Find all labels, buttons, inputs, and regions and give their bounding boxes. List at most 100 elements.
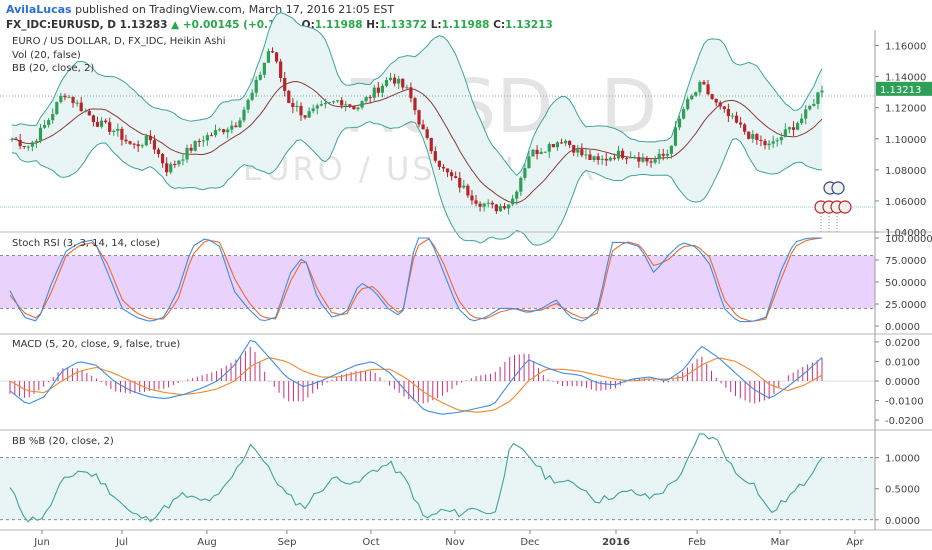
candle-body xyxy=(136,144,140,147)
candle-body xyxy=(26,146,30,148)
time-axis-label: Dec xyxy=(520,537,539,548)
event-flag-icon[interactable] xyxy=(831,181,845,195)
time-axis-label: Jul xyxy=(115,537,128,548)
candle-body xyxy=(767,143,771,146)
candle-body xyxy=(702,82,706,85)
candle-body xyxy=(437,160,441,167)
candle-body xyxy=(38,127,43,141)
candle-body xyxy=(47,120,51,125)
candle-body xyxy=(511,198,515,205)
candle-body xyxy=(51,113,55,121)
candle-body xyxy=(63,95,67,98)
candle-body xyxy=(254,79,258,93)
candle-body xyxy=(722,106,726,109)
time-axis-label: Mar xyxy=(771,537,791,548)
candle-body xyxy=(673,127,678,146)
candle-body xyxy=(592,156,596,160)
candle-body xyxy=(543,151,547,153)
candle-body xyxy=(30,142,34,147)
trading-chart[interactable]: EURUSD, DEURO / US DOLLAR JunJulAugSepOc… xyxy=(0,0,932,550)
bollinger-indicator-label: BB (20, close, 2) xyxy=(12,63,94,74)
candle-body xyxy=(169,164,173,173)
candle-body xyxy=(413,98,417,111)
stoch-pane-title: Stoch RSI (3, 3, 14, 14, close) xyxy=(12,238,160,249)
candle-body xyxy=(22,146,26,148)
time-axis-label: Apr xyxy=(846,537,864,548)
candle-body xyxy=(665,153,669,156)
candle-body xyxy=(295,105,299,107)
candle-body xyxy=(466,185,470,196)
pctb-pane-title: BB %B (20, close, 2) xyxy=(12,436,114,447)
candle-body xyxy=(344,104,348,106)
candle-body xyxy=(213,130,218,136)
candle-body xyxy=(303,115,307,118)
candle-body xyxy=(242,109,246,121)
candle-body xyxy=(771,141,775,144)
candle-body xyxy=(478,203,482,207)
candle-body xyxy=(775,140,779,142)
candle-body xyxy=(783,129,787,138)
candle-body xyxy=(348,104,352,106)
candle-body xyxy=(653,159,657,163)
candle-body xyxy=(10,138,14,140)
candle-body xyxy=(185,147,189,160)
candle-body xyxy=(140,145,144,147)
macd-signal-line xyxy=(9,357,823,413)
candle-body xyxy=(706,84,710,95)
time-axis-label: Jun xyxy=(33,537,50,548)
candle-body xyxy=(83,111,87,113)
candle-body xyxy=(641,158,645,162)
candle-body xyxy=(217,129,222,131)
candle-body xyxy=(559,142,564,144)
candle-body xyxy=(531,149,535,157)
candle-body xyxy=(787,127,792,130)
candle-body xyxy=(67,96,71,98)
time-axis-label: Sep xyxy=(278,537,297,548)
stoch-axis-label: 25.0000 xyxy=(885,300,926,311)
candle-body xyxy=(608,157,612,161)
candle-body xyxy=(714,98,718,103)
candle-body xyxy=(156,149,161,154)
candle-body xyxy=(189,147,193,151)
candle-body xyxy=(527,156,531,169)
candle-body xyxy=(584,154,588,156)
candle-body xyxy=(588,154,592,160)
candle-body xyxy=(645,158,649,162)
candle-body xyxy=(502,206,507,209)
candle-body xyxy=(568,140,572,146)
candle-body xyxy=(34,140,39,143)
candle-body xyxy=(515,191,519,199)
candle-body xyxy=(222,129,226,133)
candle-body xyxy=(209,135,214,137)
candle-body xyxy=(148,135,152,141)
candle-body xyxy=(600,158,604,160)
candle-body xyxy=(421,124,425,130)
pctb-band-fill xyxy=(0,457,875,520)
candle-body xyxy=(283,77,287,91)
candle-body xyxy=(193,140,197,151)
candle-body xyxy=(800,118,804,124)
candle-body xyxy=(95,121,100,127)
macd-axis-label: -0.0200 xyxy=(885,416,924,427)
candle-body xyxy=(173,164,177,166)
candle-body xyxy=(445,168,450,173)
candle-body xyxy=(612,157,617,159)
candle-body xyxy=(75,102,79,104)
candle-body xyxy=(596,156,600,160)
candle-body xyxy=(230,125,234,130)
candle-body xyxy=(563,140,568,144)
macd-line xyxy=(9,339,823,415)
candle-body xyxy=(795,123,800,130)
candle-body xyxy=(661,153,665,156)
candle-body xyxy=(405,87,409,89)
stoch-axis-label: 75.0000 xyxy=(885,256,926,267)
price-axis-label: 1.12000 xyxy=(885,104,926,115)
candle-body xyxy=(763,140,767,146)
candle-body xyxy=(152,140,157,150)
event-flag-icon[interactable] xyxy=(838,200,852,214)
candle-body xyxy=(18,140,22,147)
candle-body xyxy=(498,206,503,212)
candle-body xyxy=(572,145,576,153)
candle-body xyxy=(494,204,498,212)
candle-body xyxy=(686,99,690,110)
